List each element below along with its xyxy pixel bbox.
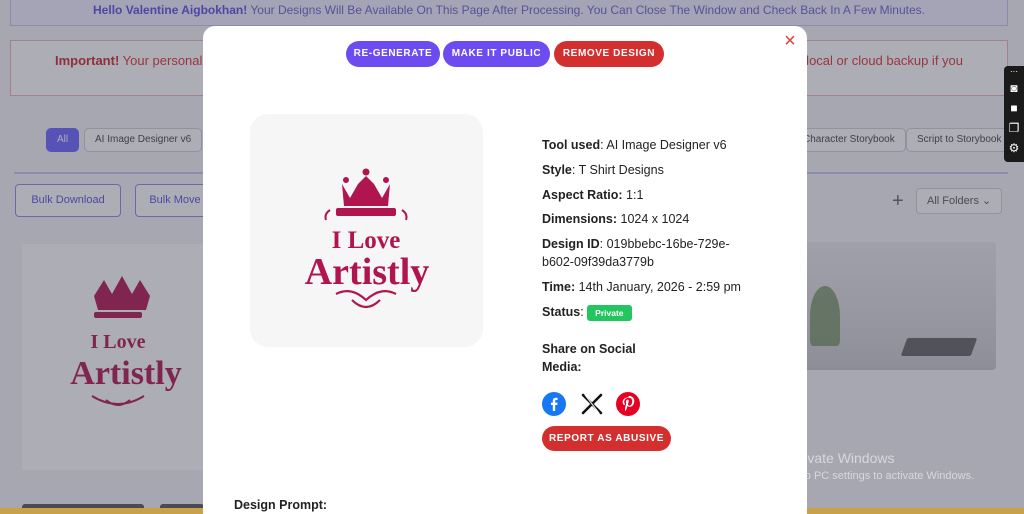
share-title-2: Media: xyxy=(542,358,582,376)
status-badge: Private xyxy=(587,304,632,321)
crown-icon xyxy=(324,168,408,221)
design-id-row-continued: b602-09f39da3779b xyxy=(542,253,654,271)
design-id-value-2: b602-09f39da3779b xyxy=(542,255,654,269)
close-icon[interactable]: × xyxy=(781,31,799,51)
design-id-row: Design ID: 019bbebc-16be-729e- xyxy=(542,235,730,253)
pinterest-icon[interactable] xyxy=(616,392,640,416)
make-public-button[interactable]: MAKE IT PUBLIC xyxy=(443,41,550,67)
dimensions-value: 1024 x 1024 xyxy=(617,212,690,226)
video-icon[interactable]: ■ xyxy=(1004,98,1024,118)
regenerate-button[interactable]: RE-GENERATE xyxy=(346,41,440,67)
camera-icon[interactable]: ◙ xyxy=(1004,78,1024,98)
side-toolbar: ⋯ ◙ ■ ❐ ⚙ xyxy=(1004,66,1024,162)
tool-used-value: : AI Image Designer v6 xyxy=(600,138,727,152)
design-id-label: Design ID xyxy=(542,237,600,251)
facebook-icon[interactable] xyxy=(542,392,566,416)
share-title-line2: Media: xyxy=(542,360,582,374)
more-icon[interactable]: ⋯ xyxy=(1004,66,1024,78)
status-label: Status xyxy=(542,305,581,319)
tool-used-label: Tool used xyxy=(542,138,601,152)
share-title-line1: Share on Social xyxy=(542,342,636,356)
time-label: Time: xyxy=(542,280,576,294)
aspect-ratio-value: 1:1 xyxy=(622,188,644,202)
aspect-ratio-row: Aspect Ratio: 1:1 xyxy=(542,186,643,204)
x-twitter-icon[interactable] xyxy=(580,392,604,416)
style-row: Style: T Shirt Designs xyxy=(542,161,664,179)
watermark-subtitle: Go to PC settings to activate Windows. xyxy=(784,470,975,482)
style-value: : T Shirt Designs xyxy=(571,163,664,177)
time-row: Time: 14th January, 2026 - 2:59 pm xyxy=(542,278,741,296)
design-image: I Love Artistly xyxy=(305,168,430,309)
remove-design-button[interactable]: REMOVE DESIGN xyxy=(554,41,664,67)
logo-line1: I Love xyxy=(332,227,401,254)
dimensions-label: Dimensions: xyxy=(542,212,618,226)
share-title: Share on Social xyxy=(542,340,636,358)
tool-used-row: Tool used: AI Image Designer v6 xyxy=(542,136,727,154)
ornament-icon xyxy=(335,289,397,309)
status-colon: : xyxy=(580,305,588,319)
time-value: 14th January, 2026 - 2:59 pm xyxy=(575,280,741,294)
design-prompt-label: Design Prompt: xyxy=(234,498,328,512)
dimensions-row: Dimensions: 1024 x 1024 xyxy=(542,210,689,228)
report-abusive-button[interactable]: REPORT AS ABUSIVE xyxy=(542,426,671,451)
aspect-ratio-label: Aspect Ratio: xyxy=(542,188,623,202)
screens-icon[interactable]: ❐ xyxy=(1004,118,1024,138)
design-preview: I Love Artistly xyxy=(250,114,483,347)
gear-icon[interactable]: ⚙ xyxy=(1004,138,1024,158)
status-row: Status: Private xyxy=(542,303,632,321)
watermark-title: Activate Windows xyxy=(784,450,895,466)
logo-line2: Artistly xyxy=(305,251,430,293)
design-detail-modal: × RE-GENERATE MAKE IT PUBLIC REMOVE DESI… xyxy=(203,26,807,514)
design-id-value: : 019bbebc-16be-729e- xyxy=(599,237,730,251)
windows-activation-watermark: Activate Windows Go to PC settings to ac… xyxy=(784,450,974,482)
style-label: Style xyxy=(542,163,572,177)
